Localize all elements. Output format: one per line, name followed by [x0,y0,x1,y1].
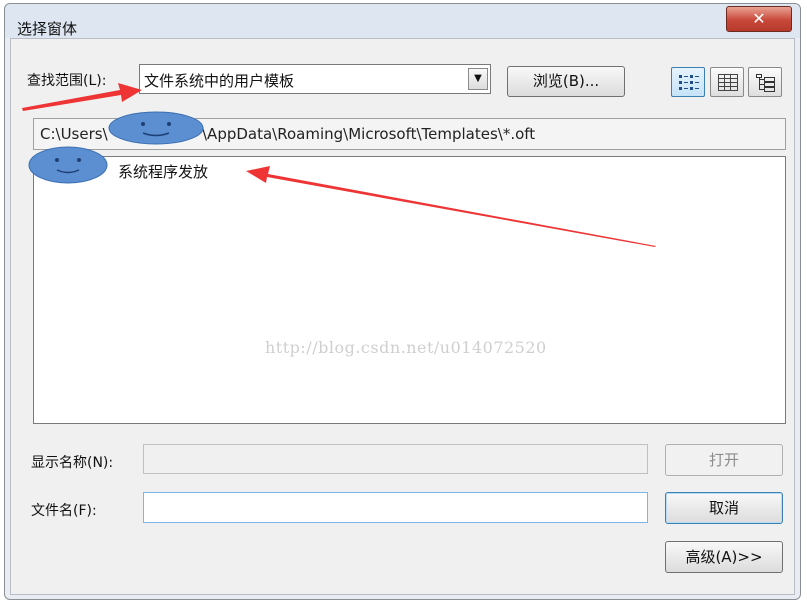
cancel-button[interactable]: 取消 [665,492,783,524]
browse-button[interactable]: 浏览(B)... [507,66,625,97]
list-view-icon [679,75,699,90]
path-suffix: \AppData\Roaming\Microsoft\Templates\*.o… [202,125,536,143]
chevron-down-icon[interactable]: ▼ [468,68,488,90]
filename-label: 文件名(F): [31,503,97,519]
file-list[interactable]: 系统程序发放 [33,156,786,424]
look-in-label: 查找范围(L): [27,73,107,89]
path-prefix: C:\Users\ [40,125,108,143]
filename-input[interactable] [143,492,648,523]
title-bar: 选择窗体 ✕ [5,4,800,38]
list-view-button[interactable] [671,67,705,97]
redaction-face-icon [108,111,204,145]
close-icon: ✕ [752,9,766,28]
look-in-value: 文件系统中的用户模板 [144,72,295,90]
look-in-combobox[interactable]: 文件系统中的用户模板 ▼ [139,64,491,94]
tree-view-button[interactable] [748,67,782,97]
advanced-button[interactable]: 高级(A)>> [665,541,783,573]
redaction-face-icon [28,146,108,184]
tree-view-icon [756,74,775,92]
select-form-dialog: 选择窗体 ✕ 查找范围(L): 文件系统中的用户模板 ▼ 浏览(B)... C:… [4,3,801,600]
watermark-text: http://blog.csdn.net/u014072520 [265,338,547,357]
display-name-label: 显示名称(N): [31,455,114,471]
details-view-icon [718,74,738,91]
details-view-button[interactable] [710,67,744,97]
close-button[interactable]: ✕ [726,6,792,32]
dialog-title: 选择窗体 [17,20,78,38]
open-button[interactable]: 打开 [665,444,783,476]
display-name-field [143,444,648,474]
list-item[interactable]: 系统程序发放 [118,161,208,182]
